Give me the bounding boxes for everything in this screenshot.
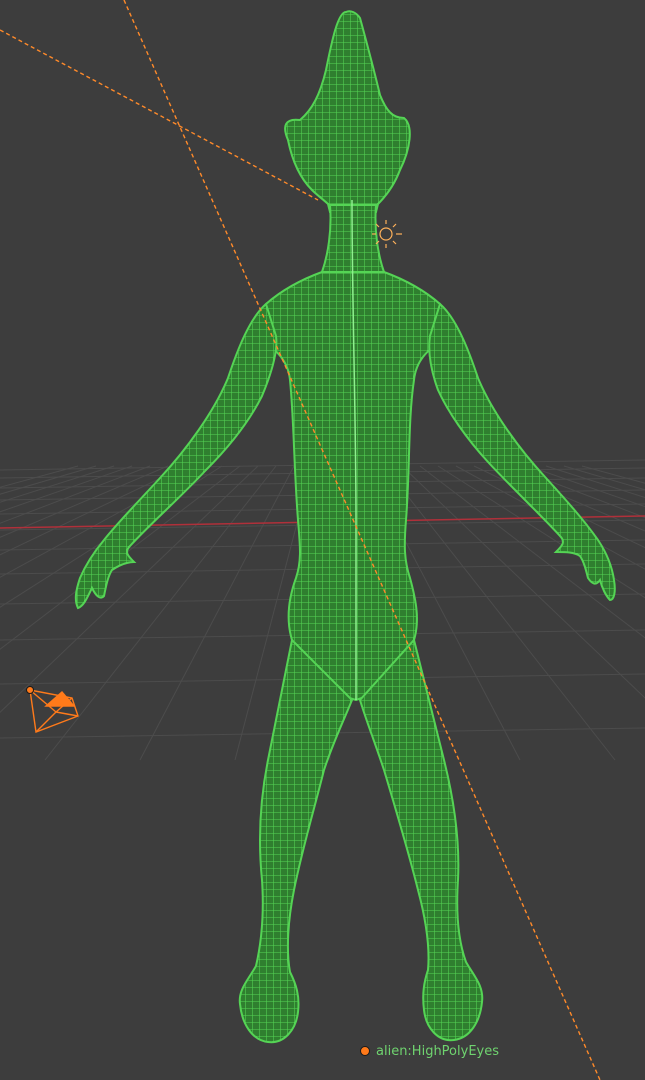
grid-line: [509, 465, 645, 519]
grid-line: [401, 465, 645, 699]
object-origin-icon[interactable]: [360, 1046, 370, 1056]
grid-line: [0, 465, 205, 578]
object-name-text: alien:HighPolyEyes: [376, 1043, 499, 1059]
mesh-left-leg[interactable]: [238, 637, 354, 1044]
scene-canvas[interactable]: [0, 0, 645, 1080]
3d-viewport[interactable]: alien:HighPolyEyes: [0, 0, 645, 1080]
mesh-left-arm[interactable]: [74, 302, 278, 610]
mesh-right-leg[interactable]: [358, 637, 484, 1042]
mesh-right-arm[interactable]: [428, 302, 616, 602]
grid-line: [0, 465, 79, 488]
grid-line: [581, 465, 645, 484]
grid-line: [0, 465, 241, 650]
grid-line: [0, 465, 133, 513]
grid-line: [563, 465, 645, 491]
camera-object-icon[interactable]: [26, 686, 79, 733]
object-name-label: alien:HighPolyEyes: [360, 1042, 499, 1060]
grid-line: [419, 465, 645, 639]
mesh-head[interactable]: [284, 10, 411, 213]
grid-line: [0, 465, 115, 503]
